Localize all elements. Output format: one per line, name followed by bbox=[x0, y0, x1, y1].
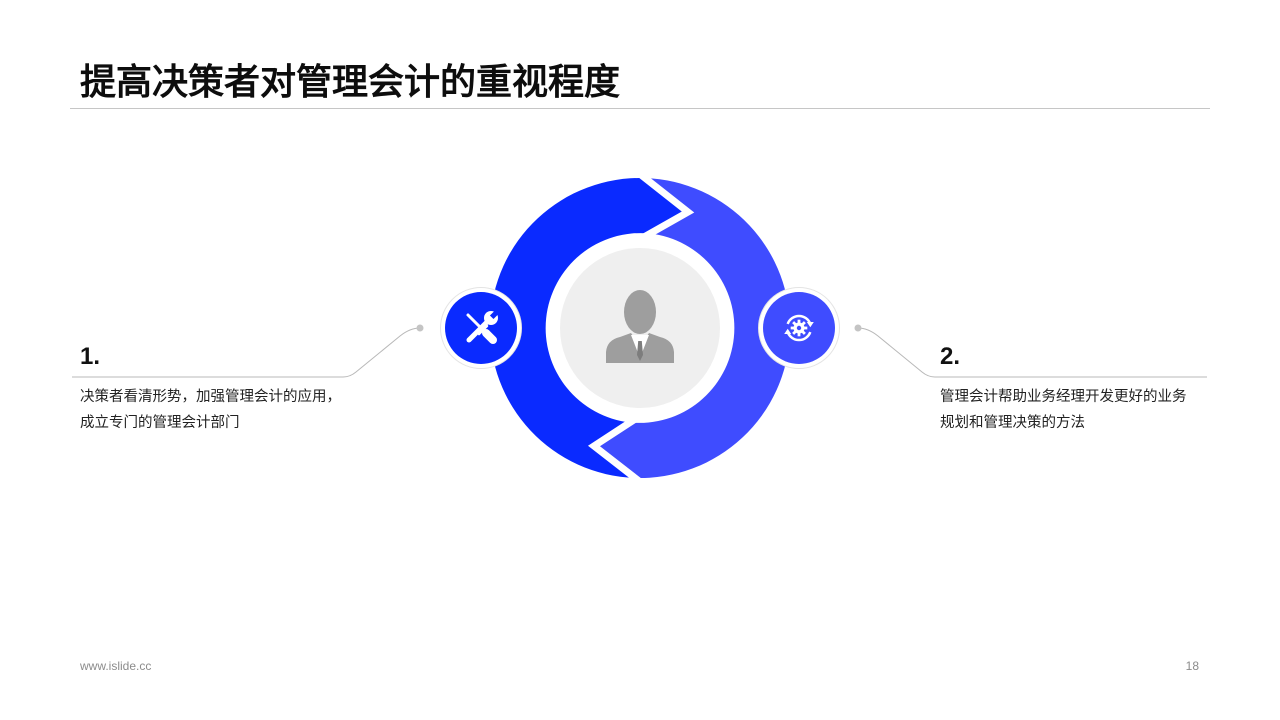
item-2-line-2: 规划和管理决策的方法 bbox=[940, 415, 1085, 431]
item-2-number: 2. bbox=[940, 343, 961, 370]
connector-dot-right bbox=[854, 324, 862, 332]
item-1: 1. 决策者看清形势，加强管理会计的应用， 成立专门的管理会计部门 bbox=[80, 343, 360, 436]
connector-dot-left bbox=[416, 324, 424, 332]
user-head bbox=[624, 290, 656, 334]
page-number: 18 bbox=[1185, 659, 1199, 673]
node-2 bbox=[758, 287, 840, 369]
item-1-number: 1. bbox=[80, 343, 101, 370]
item-2: 2. 管理会计帮助业务经理开发更好的业务 规划和管理决策的方法 bbox=[940, 343, 1220, 436]
item-2-description: 管理会计帮助业务经理开发更好的业务 规划和管理决策的方法 bbox=[940, 384, 1220, 436]
item-2-line-1: 管理会计帮助业务经理开发更好的业务 bbox=[940, 389, 1187, 405]
node-1 bbox=[440, 287, 522, 369]
footer-url: www.islide.cc bbox=[80, 659, 152, 673]
item-1-line-1: 决策者看清形势，加强管理会计的应用， bbox=[80, 389, 341, 405]
item-1-description: 决策者看清形势，加强管理会计的应用， 成立专门的管理会计部门 bbox=[80, 384, 360, 436]
slide: 提高决策者对管理会计的重视程度 1. 决策者看清形势，加强管理会计的应用， 成立… bbox=[0, 0, 1280, 720]
item-1-line-2: 成立专门的管理会计部门 bbox=[80, 415, 240, 431]
